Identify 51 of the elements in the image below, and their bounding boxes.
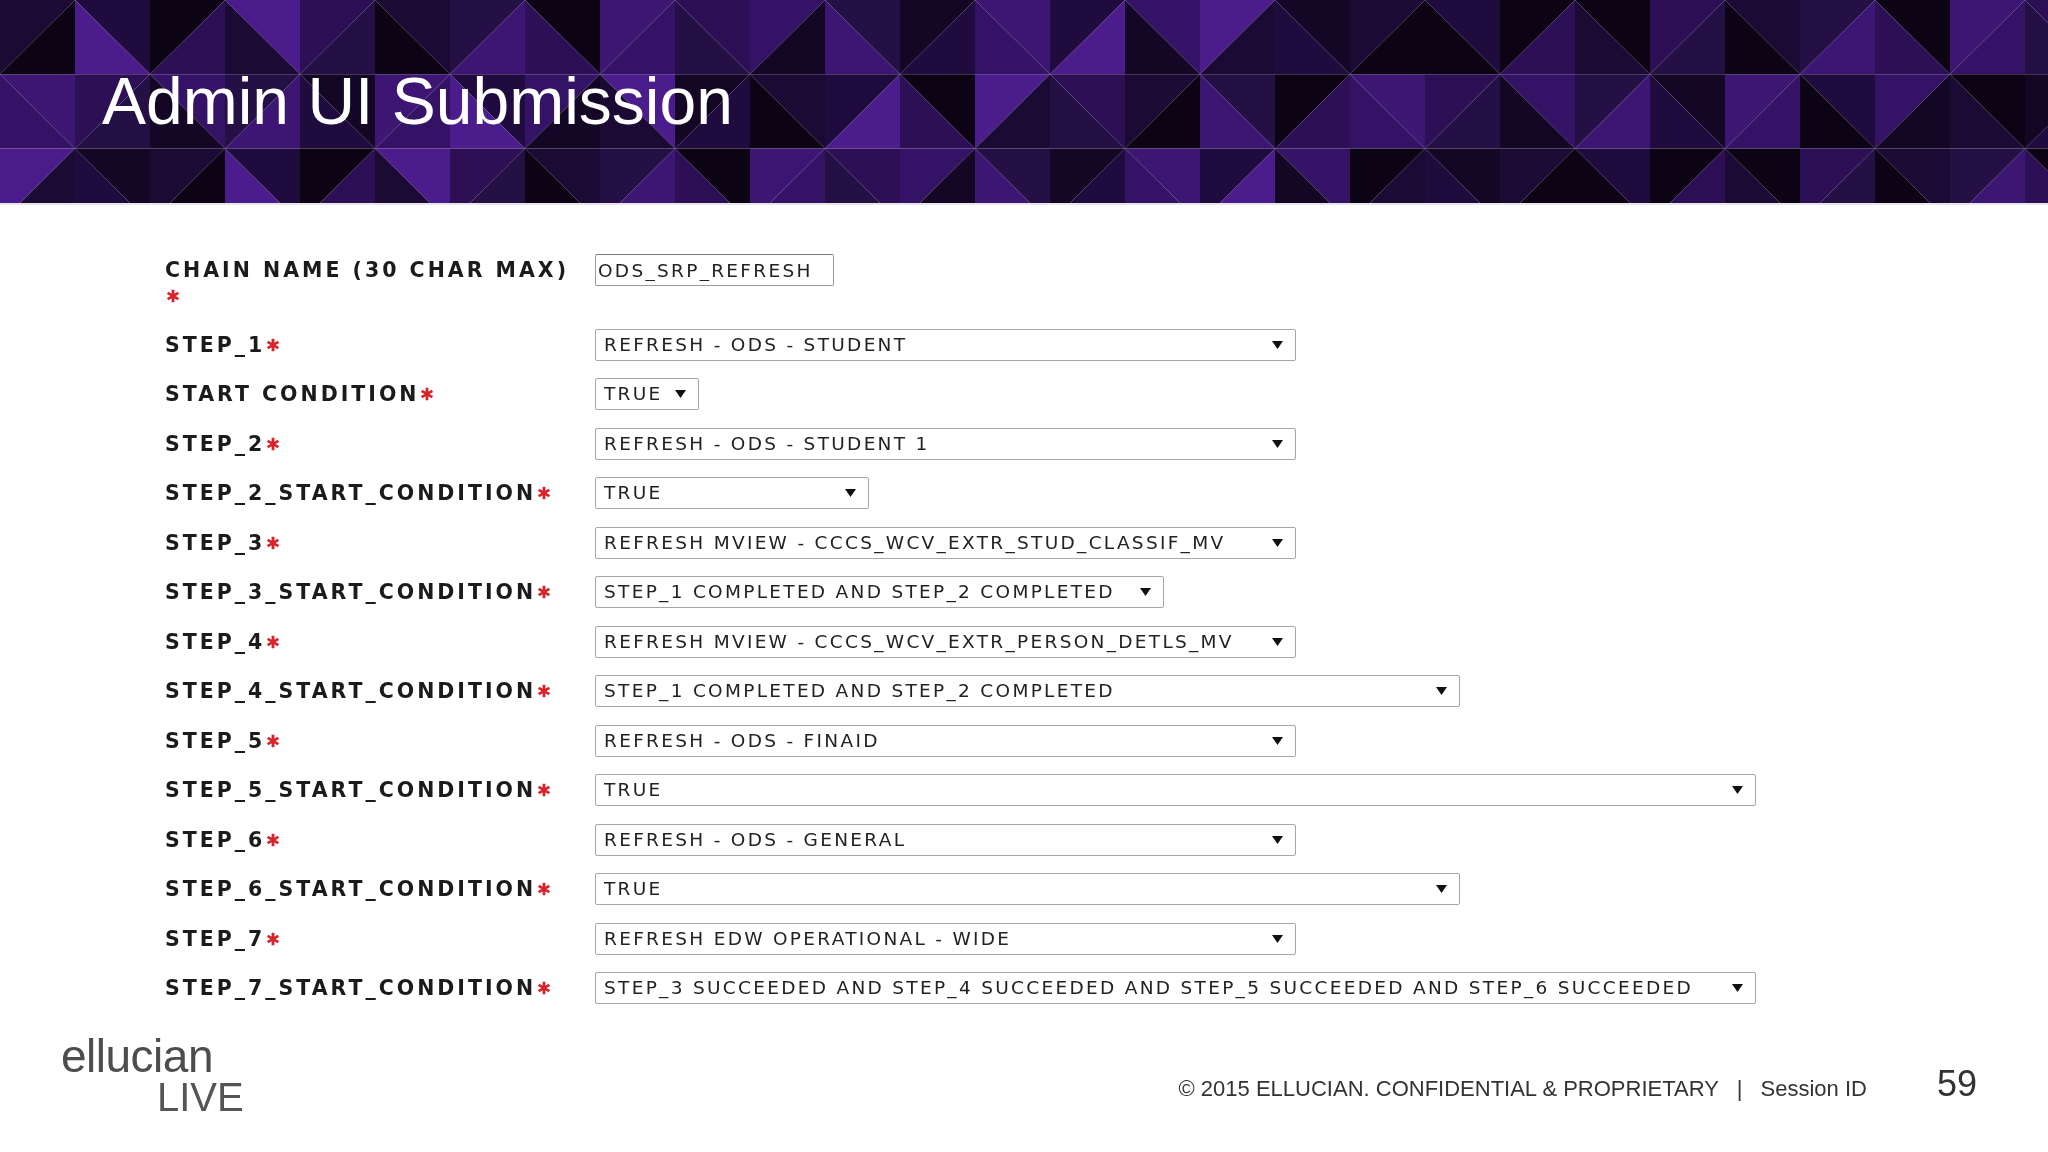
caret-icon — [675, 390, 686, 398]
page-number: 59 — [1936, 1062, 1977, 1106]
caret-icon — [1272, 637, 1283, 646]
select-dropdown[interactable]: REFRESH MVIEW - CCCS_WCV_EXTR_PERSON_DETLS_MV — [595, 625, 1296, 658]
caret-icon — [1272, 340, 1283, 349]
select-dropdown[interactable]: STEP_1 COMPLETED AND STEP_2 COMPLETED — [595, 576, 1164, 608]
select-dropdown[interactable]: REFRESH - ODS - STUDENT 1 — [595, 427, 1296, 460]
select-dropdown[interactable]: REFRESH - ODS - FINAID — [595, 724, 1296, 757]
field-label: STEP_3_START_CONDITION — [165, 580, 537, 604]
caret-icon — [1272, 538, 1283, 547]
field-label: STEP_6_START_CONDITION — [165, 877, 537, 901]
select-dropdown[interactable]: STEP_1 COMPLETED AND STEP_2 COMPLETED — [595, 675, 1460, 707]
caret-icon — [1436, 687, 1447, 695]
session-text: Session ID — [1760, 1075, 1867, 1103]
field-label: STEP_3 — [165, 530, 266, 555]
select-dropdown[interactable]: TRUE — [595, 477, 869, 509]
select-dropdown[interactable]: REFRESH - ODS - GENERAL — [595, 823, 1296, 856]
field-label: STEP_2_START_CONDITION — [165, 481, 537, 505]
field-label: STEP_1 — [165, 332, 266, 357]
caret-icon — [1272, 835, 1283, 844]
slide-title: Admin UI Submission — [102, 65, 733, 138]
caret-icon — [1436, 885, 1447, 893]
caret-icon — [1732, 786, 1743, 794]
field-label: STEP_6 — [165, 827, 266, 852]
field-label: CHAIN NAME (30 CHAR MAX) — [165, 258, 569, 282]
select-dropdown[interactable]: TRUE — [595, 378, 699, 410]
caret-icon — [845, 489, 856, 497]
field-label: STEP_4 — [165, 629, 266, 654]
field-label: STEP_5_START_CONDITION — [165, 778, 537, 802]
select-dropdown[interactable]: REFRESH MVIEW - CCCS_WCV_EXTR_STUD_CLASSIF_MV — [595, 526, 1296, 559]
select-dropdown[interactable]: REFRESH - ODS - STUDENT — [595, 328, 1296, 361]
field-label: STEP_4_START_CONDITION — [165, 679, 537, 703]
caret-icon — [1272, 439, 1283, 448]
caret-icon — [1140, 588, 1151, 596]
caret-icon — [1272, 736, 1283, 745]
field-label: STEP_2 — [165, 431, 266, 456]
select-dropdown[interactable]: STEP_3 SUCCEEDED AND STEP_4 SUCCEEDED AND STEP_5 SUCCEEDED AND STEP_6 SUCCEEDED — [595, 972, 1756, 1004]
select-dropdown[interactable]: REFRESH EDW OPERATIONAL - WIDE — [595, 922, 1296, 955]
logo-subtitle: LIVE — [157, 1077, 244, 1117]
logo-wordmark: ellucian — [61, 1033, 214, 1079]
separator-text: | — [1736, 1075, 1743, 1103]
text-input-field[interactable]: ODS_SRP_REFRESH — [595, 254, 834, 286]
copyright-text: © 2015 ELLUCIAN. CONFIDENTIAL & PROPRIETARY — [1178, 1075, 1719, 1103]
field-label: START CONDITION — [165, 382, 420, 406]
select-dropdown[interactable]: TRUE — [595, 774, 1756, 806]
field-label: STEP_7 — [165, 926, 266, 951]
select-dropdown[interactable]: TRUE — [595, 873, 1460, 905]
field-label: STEP_7_START_CONDITION — [165, 976, 537, 1000]
caret-icon — [1732, 984, 1743, 992]
caret-icon — [1272, 934, 1283, 943]
field-label: STEP_5 — [165, 728, 266, 753]
